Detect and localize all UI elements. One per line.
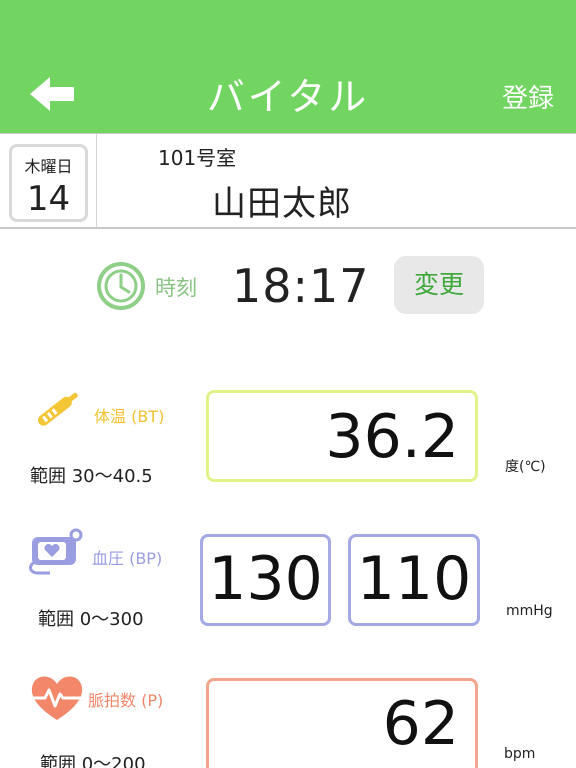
temperature-label: 体温 (BT) xyxy=(94,407,165,426)
patient-name: 山田太郎 xyxy=(212,184,352,224)
page-title: バイタル xyxy=(206,75,370,119)
change-time-button[interactable]: 変更 xyxy=(394,256,484,314)
heart-pulse-icon xyxy=(31,676,83,720)
temperature-range: 範囲 30〜40.5 xyxy=(30,466,153,487)
blood-pressure-unit: mmHg xyxy=(506,603,553,619)
patient-bar: 木曜日 14 101号室 山田太郎 xyxy=(0,133,576,229)
blood-pressure-label: 血圧 (BP) xyxy=(92,549,163,568)
pulse-label: 脈拍数 (P) xyxy=(88,691,164,710)
thermometer-icon xyxy=(38,392,78,426)
pulse-value: 62 xyxy=(382,689,459,759)
header-bar: バイタル 登録 xyxy=(0,0,576,133)
temperature-input[interactable]: 36.2 xyxy=(206,390,478,482)
systolic-input[interactable]: 130 xyxy=(200,534,331,626)
register-button[interactable]: 登録 xyxy=(502,78,554,115)
pulse-input[interactable]: 62 xyxy=(206,678,478,768)
date-day: 14 xyxy=(26,179,71,219)
pulse-unit: bpm xyxy=(504,746,536,762)
room-number: 101号室 xyxy=(158,146,237,170)
date-weekday: 木曜日 xyxy=(24,157,73,176)
diastolic-input[interactable]: 110 xyxy=(348,534,480,626)
blood-pressure-monitor-icon xyxy=(29,528,83,575)
time-label: 時刻 xyxy=(155,276,197,300)
diastolic-value: 110 xyxy=(356,544,472,614)
temperature-value: 36.2 xyxy=(325,402,459,472)
time-row: 時刻 18:17 変更 xyxy=(0,255,576,315)
temperature-unit: 度(℃) xyxy=(505,459,546,475)
pulse-range: 範囲 0〜200 xyxy=(40,754,146,768)
divider xyxy=(96,134,97,228)
time-value: 18:17 xyxy=(232,259,370,313)
systolic-value: 130 xyxy=(208,544,323,614)
date-badge: 木曜日 14 xyxy=(9,144,88,222)
blood-pressure-range: 範囲 0〜300 xyxy=(38,609,144,630)
clock-icon xyxy=(97,262,145,310)
